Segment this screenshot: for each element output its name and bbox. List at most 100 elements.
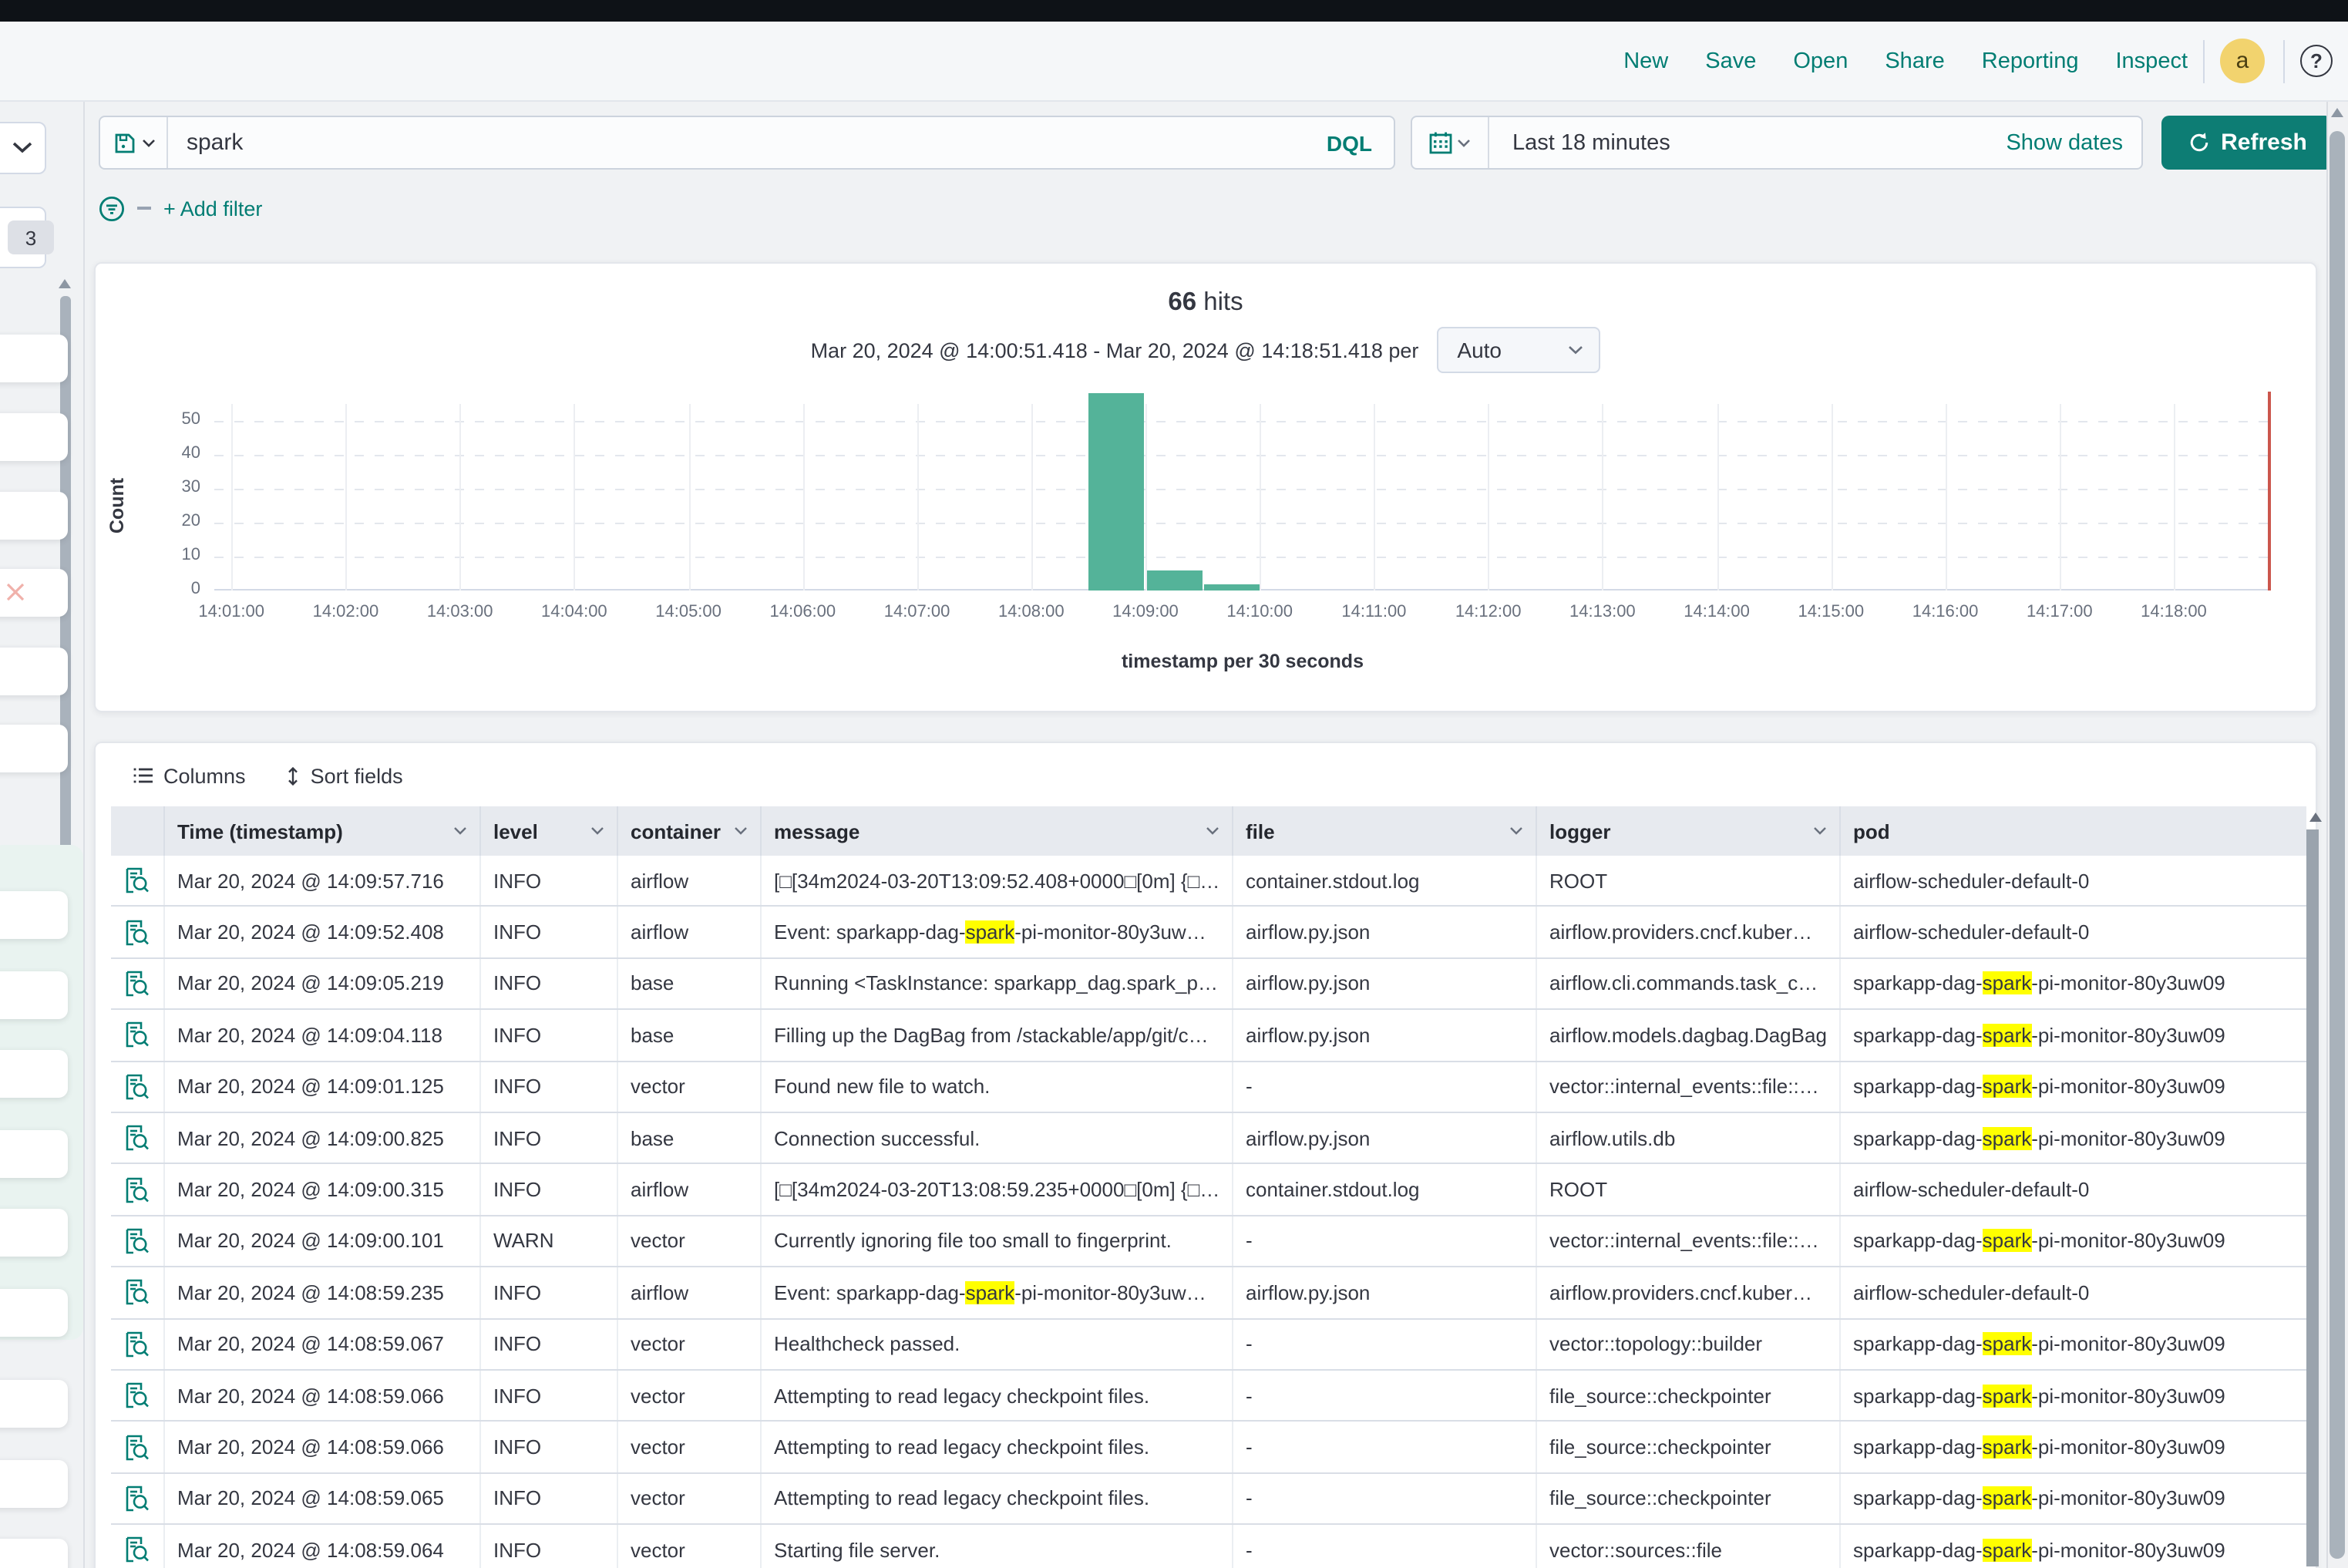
x-axis-label: timestamp per 30 seconds [214,651,2271,672]
field-button-clipped[interactable] [0,413,68,461]
column-header-level[interactable]: level [479,806,617,856]
nav-save[interactable]: Save [1705,49,1756,74]
table-cell-logger: airflow.providers.cncf.kuber… [1536,907,1839,957]
expand-row-button[interactable] [111,1113,163,1163]
table-cell-file: airflow.py.json [1232,907,1536,957]
filter-icon[interactable] [99,195,125,221]
chevron-down-icon [12,142,32,154]
column-header-logger[interactable]: logger [1536,806,1839,856]
expand-row-button[interactable] [111,856,163,906]
search-input[interactable] [168,130,1327,156]
field-button-clipped[interactable] [0,335,68,382]
histogram-bar[interactable] [1089,393,1145,591]
table-cell-message: Healthcheck passed. [760,1319,1232,1369]
field-button-clipped[interactable] [0,1130,68,1178]
sidebar-scroll-up-arrow[interactable] [59,279,71,288]
table-scrollbar[interactable] [2306,829,2319,1566]
nav-open[interactable]: Open [1793,49,1848,74]
table-cell-level: INFO [479,1525,617,1568]
table-cell-message: Filling up the DagBag from /stackable/ap… [760,1010,1232,1060]
expand-row-button[interactable] [111,1422,163,1472]
interval-select[interactable]: Auto [1437,327,1600,373]
column-header-message[interactable]: message [760,806,1232,856]
x-tick-label: 14:04:00 [525,603,624,621]
x-gridline [574,404,576,591]
field-button-clipped[interactable] [0,725,68,772]
histogram-bar[interactable] [1146,570,1202,591]
show-dates-button[interactable]: Show dates [2006,130,2141,155]
table-cell-time: Mar 20, 2024 @ 14:08:59.235 [163,1267,479,1317]
filter-divider [137,207,151,210]
table-cell-level: INFO [479,1165,617,1215]
query-language-button[interactable]: DQL [1327,130,1394,155]
column-header-file[interactable]: file [1232,806,1536,856]
expand-row-button[interactable] [111,1267,163,1317]
expand-row-button[interactable] [111,1062,163,1112]
y-tick-label: 10 [142,546,200,564]
x-tick-label: 14:06:00 [753,603,852,621]
nav-new[interactable]: New [1623,49,1668,74]
expand-row-button[interactable] [111,1165,163,1215]
x-gridline [1603,404,1604,591]
table-row: Mar 20, 2024 @ 14:09:57.716INFOairflow[□… [111,856,2306,907]
sidebar-collapse-button[interactable] [0,122,46,174]
refresh-button[interactable]: Refresh [2161,116,2333,170]
table-cell-time: Mar 20, 2024 @ 14:09:52.408 [163,907,479,957]
inspect-row-icon [125,1536,150,1564]
close-icon[interactable] [5,581,26,603]
expand-row-button[interactable] [111,1525,163,1568]
field-button-clipped[interactable] [0,492,68,540]
table-scroll-up-arrow[interactable] [2309,813,2322,822]
sort-fields-button[interactable]: Sort fields [286,764,403,787]
filter-bar: + Add filter [99,194,262,222]
nav-inspect[interactable]: Inspect [2116,49,2188,74]
expand-row-button[interactable] [111,907,163,957]
table-cell-file: - [1232,1062,1536,1112]
field-button-clipped[interactable] [0,1289,68,1337]
date-quick-select-button[interactable] [1412,117,1489,168]
field-button-clipped[interactable] [0,1209,68,1257]
x-gridline [1145,404,1147,591]
x-gridline [2060,404,2061,591]
field-button-clipped[interactable] [0,1050,68,1098]
field-button-clipped[interactable] [0,569,68,617]
chevron-down-icon [1509,826,1523,836]
saved-query-menu-button[interactable] [100,117,168,168]
histogram-plot[interactable] [214,390,2271,591]
expand-row-button[interactable] [111,1010,163,1060]
histogram-bar[interactable] [1203,584,1259,591]
column-header-pod[interactable]: pod [1839,806,2306,856]
field-button-clipped[interactable] [0,1380,68,1428]
columns-button[interactable]: Columns [133,764,246,787]
help-icon[interactable]: ? [2300,45,2333,77]
field-button-clipped[interactable] [0,1539,68,1568]
expand-row-button[interactable] [111,1474,163,1524]
highlighted-term: spark [1983,1384,2032,1407]
column-header-time[interactable]: Time (timestamp) [163,806,479,856]
page-scroll-up-arrow[interactable] [2331,108,2343,117]
field-button-clipped[interactable] [0,971,68,1019]
table-cell-container: vector [617,1216,760,1267]
y-gridline [214,454,2271,456]
expand-row-button[interactable] [111,959,163,1009]
table-cell-time: Mar 20, 2024 @ 14:09:05.219 [163,959,479,1009]
field-button-clipped[interactable] [0,648,68,695]
field-button-clipped[interactable] [0,891,68,939]
expand-row-button[interactable] [111,1216,163,1267]
page-scrollbar-thumb[interactable] [2329,131,2345,1559]
inspect-row-icon [125,1433,150,1461]
expand-row-button[interactable] [111,1319,163,1369]
expand-row-button[interactable] [111,1371,163,1421]
column-header-container[interactable]: container [617,806,760,856]
inspect-row-icon [125,1176,150,1203]
highlighted-term: spark [966,1281,1015,1304]
table-cell-pod: airflow-scheduler-default-0 [1839,1267,2306,1317]
nav-reporting[interactable]: Reporting [1982,49,2079,74]
field-button-clipped[interactable] [0,1460,68,1508]
add-filter-button[interactable]: + Add filter [163,197,262,220]
inspect-row-icon [125,1021,150,1049]
table-cell-pod: airflow-scheduler-default-0 [1839,856,2306,906]
nav-share[interactable]: Share [1885,49,1944,74]
time-range-label[interactable]: Last 18 minutes [1489,130,2006,155]
avatar[interactable]: a [2220,39,2265,83]
